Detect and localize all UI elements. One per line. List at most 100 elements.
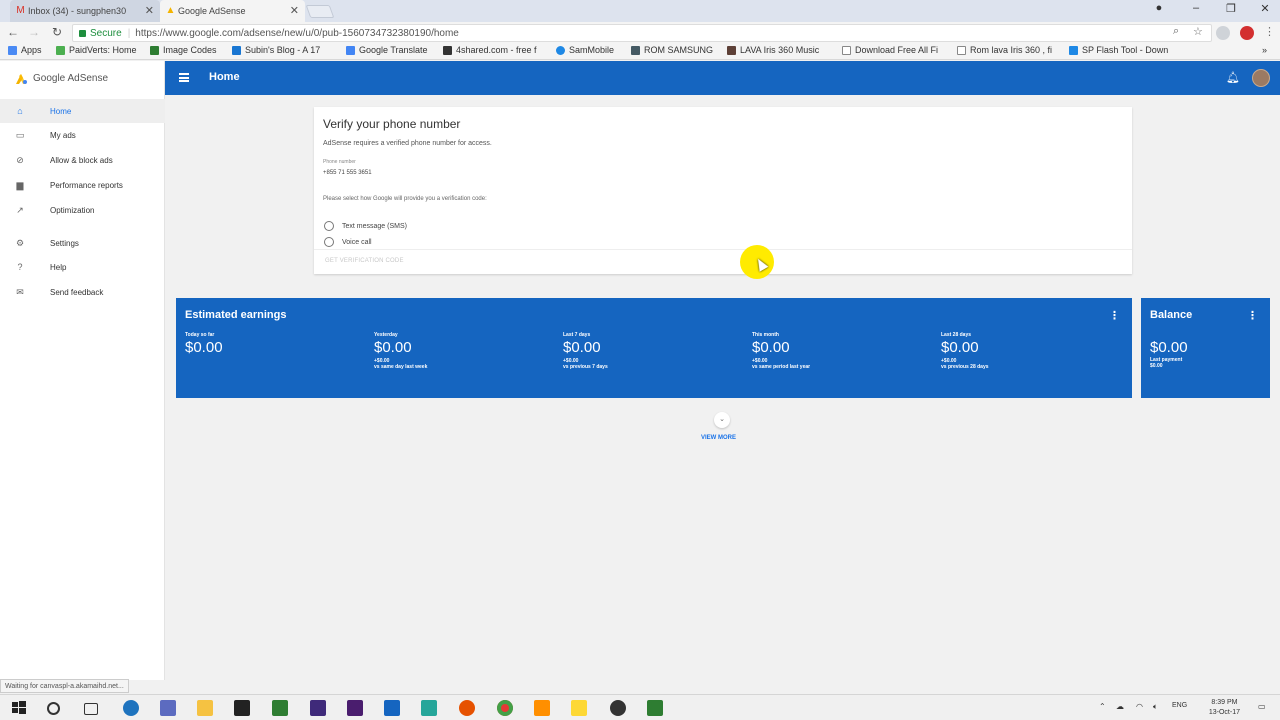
app-icon[interactable]: [610, 700, 626, 716]
address-bar[interactable]: Secure | https://www.google.com/adsense/…: [72, 24, 1212, 42]
search-icon[interactable]: [47, 702, 60, 715]
edge-icon[interactable]: [123, 700, 139, 716]
more-options-icon[interactable]: ⋮: [1247, 309, 1258, 322]
last-payment-value: $0.00: [1150, 363, 1163, 369]
file-explorer-icon[interactable]: [197, 700, 213, 716]
sidebar-item-home[interactable]: ⌂ Home: [0, 99, 165, 123]
volume-icon[interactable]: 🔈︎: [1153, 702, 1158, 712]
apps-grid-icon: [8, 45, 17, 55]
bookmark-item[interactable]: LAVA Iris 360 Music: [727, 45, 819, 55]
chevron-down-icon[interactable]: ⌄: [714, 412, 730, 428]
bookmark-label: LAVA Iris 360 Music: [740, 45, 820, 55]
new-tab-button[interactable]: [305, 5, 335, 18]
bookmark-apps[interactable]: Apps: [8, 45, 42, 55]
browser-tab-gmail[interactable]: M Inbox (34) - sungphen30 ✕: [10, 0, 160, 22]
sidebar-item-my-ads[interactable]: ▭ My ads: [0, 123, 165, 147]
gmail-icon: M: [16, 5, 25, 16]
bookmark-item[interactable]: Image Codes: [150, 45, 217, 55]
after-effects-icon[interactable]: [310, 700, 326, 716]
adblock-icon[interactable]: [1240, 26, 1254, 40]
minimize-icon[interactable]: –: [1189, 2, 1203, 14]
clock-date: 13-Oct-17: [1208, 709, 1240, 716]
sidebar-item-optimization[interactable]: ↗ Optimization: [0, 198, 165, 222]
more-bookmarks-icon[interactable]: »: [1262, 45, 1267, 55]
restore-icon[interactable]: ❐: [1224, 2, 1238, 15]
reload-icon[interactable]: ↻: [50, 25, 64, 39]
vlc-icon[interactable]: [534, 700, 550, 716]
chrome-icon[interactable]: [497, 700, 513, 716]
sidebar-item-settings[interactable]: ⚙ Settings: [0, 231, 165, 255]
camtasia-icon[interactable]: [647, 700, 663, 716]
premiere-icon[interactable]: [347, 700, 363, 716]
forward-icon[interactable]: →: [27, 25, 41, 39]
notifications-center-icon[interactable]: ▭: [1258, 702, 1266, 711]
notifications-icon[interactable]: 🔔︎: [1226, 71, 1240, 84]
bookmark-item[interactable]: ROM SAMSUNG: [631, 45, 713, 55]
radio-option-voice[interactable]: Voice call: [324, 237, 372, 247]
help-icon: ?: [17, 262, 23, 272]
verification-method-prompt: Please select how Google will provide yo…: [323, 196, 487, 202]
close-window-icon[interactable]: ✕: [1258, 2, 1272, 15]
browser-status-bar: Waiting for canvaspl-a.akamaihd.net...: [0, 679, 129, 693]
radio-button[interactable]: [324, 237, 334, 247]
bookmark-item[interactable]: Download Free All Fi: [842, 45, 938, 55]
star-icon[interactable]: ☆: [1193, 25, 1203, 38]
sidebar-item-performance-reports[interactable]: ▆ Performance reports: [0, 173, 165, 197]
tray-overflow-icon[interactable]: ⌃: [1099, 702, 1106, 711]
radio-button[interactable]: [324, 221, 334, 231]
clock[interactable]: 8:39 PM 13-Oct-17: [1209, 698, 1240, 718]
brand[interactable]: Google AdSense: [0, 61, 165, 95]
windows-start-icon[interactable]: [11, 700, 27, 716]
bookmark-icon: [232, 45, 241, 55]
task-view-icon[interactable]: [84, 703, 98, 715]
avatar[interactable]: [1252, 69, 1270, 87]
back-icon[interactable]: ←: [6, 25, 20, 39]
firefox-icon[interactable]: [459, 700, 475, 716]
browser-tab-adsense[interactable]: ▲ Google AdSense ✕: [160, 0, 305, 22]
onedrive-icon[interactable]: ☁: [1116, 702, 1124, 711]
get-verification-code-button[interactable]: GET VERIFICATION CODE: [325, 258, 404, 264]
metric-compare: vs previous 28 days: [941, 364, 989, 370]
bookmark-label: Download Free All Fi: [855, 45, 939, 55]
more-options-icon[interactable]: ⋮: [1109, 309, 1120, 322]
bookmark-label: ROM SAMSUNG: [644, 45, 714, 55]
extension-icon[interactable]: [1216, 26, 1230, 40]
page-icon: [842, 45, 851, 55]
clock-time: 8:39 PM: [1211, 699, 1238, 706]
close-tab-icon[interactable]: ✕: [145, 4, 154, 17]
radio-option-sms[interactable]: Text message (SMS): [324, 221, 407, 231]
sidebar-item-help[interactable]: ? Help: [0, 255, 165, 279]
app-icon[interactable]: [384, 700, 400, 716]
wifi-icon[interactable]: ◠: [1136, 702, 1143, 711]
bookmark-item[interactable]: Google Translate: [346, 45, 428, 55]
close-tab-icon[interactable]: ✕: [290, 4, 299, 17]
bookmark-item[interactable]: SamMobile: [556, 45, 614, 55]
sticky-notes-icon[interactable]: [571, 700, 587, 716]
card-description: AdSense requires a verified phone number…: [323, 140, 492, 147]
bookmark-label: 4shared.com - free f: [456, 45, 537, 55]
estimated-earnings-card: Estimated earnings ⋮ Today so far $0.00 …: [176, 298, 1132, 398]
bookmark-item[interactable]: PaidVerts: Home: [56, 45, 137, 55]
dreamweaver-icon[interactable]: [272, 700, 288, 716]
mail-icon[interactable]: [160, 700, 176, 716]
main-content: Verify your phone number AdSense require…: [165, 95, 1280, 680]
secure-indicator[interactable]: Secure: [79, 28, 122, 39]
sidebar-item-allow-block-ads[interactable]: ⊘ Allow & block ads: [0, 148, 165, 172]
bookmark-icon: [443, 45, 452, 55]
bookmark-label: PaidVerts: Home: [69, 45, 137, 55]
store-icon[interactable]: [234, 700, 250, 716]
app-icon[interactable]: [421, 700, 437, 716]
language-indicator[interactable]: ENG: [1172, 702, 1187, 709]
menu-icon[interactable]: [179, 73, 189, 82]
view-more-link[interactable]: VIEW MORE: [701, 435, 736, 441]
bookmark-item[interactable]: Subin's Blog - A 17: [232, 45, 320, 55]
bookmark-item[interactable]: 4shared.com - free f: [443, 45, 537, 55]
bookmark-item[interactable]: SP Flash Tool - Down: [1069, 45, 1168, 55]
sidebar-item-send-feedback[interactable]: ✉ Send feedback: [0, 280, 165, 304]
menu-icon[interactable]: ⋮: [1264, 25, 1275, 38]
profile-icon[interactable]: ●: [1152, 2, 1166, 14]
search-icon[interactable]: ⌕: [1173, 25, 1179, 38]
bookmark-item[interactable]: Rom lava Iris 360 , fi: [957, 45, 1052, 55]
screen: M Inbox (34) - sungphen30 ✕ ▲ Google AdS…: [0, 0, 1280, 720]
sidebar: ⌂ Home ▭ My ads ⊘ Allow & block ads ▆ Pe…: [0, 95, 165, 680]
